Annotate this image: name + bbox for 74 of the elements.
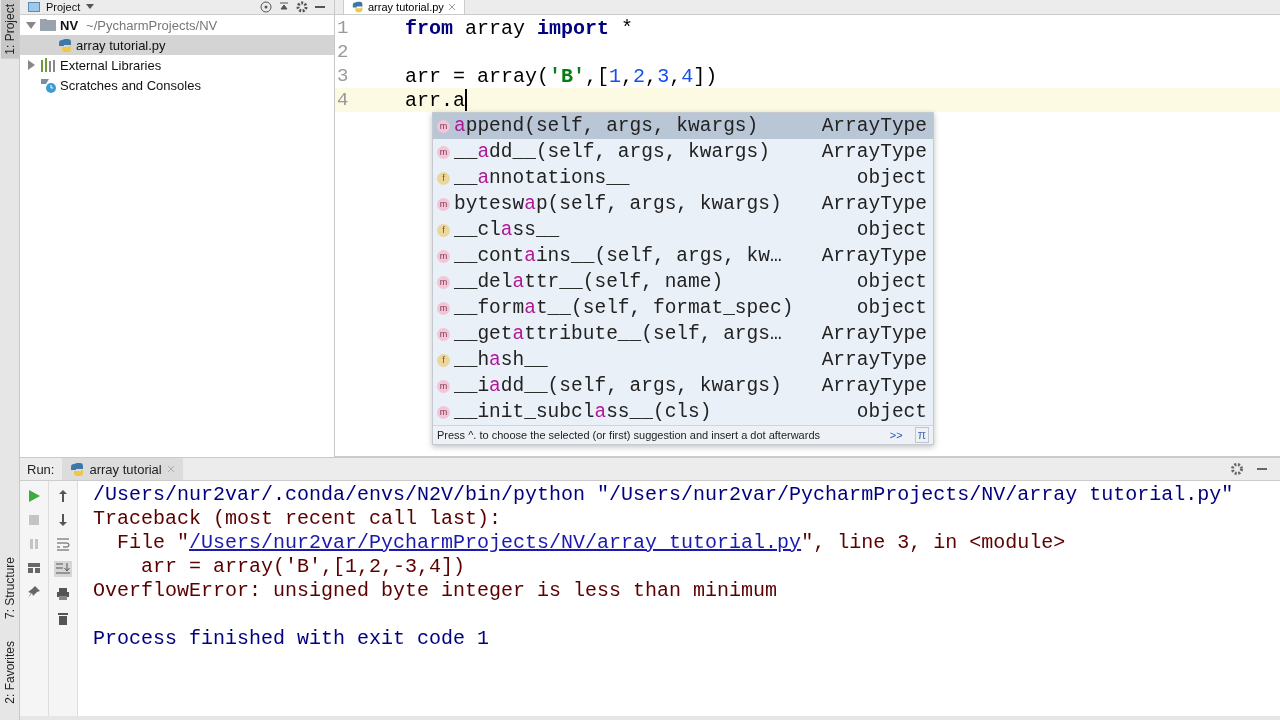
item-name: NV bbox=[60, 17, 79, 33]
console-line: File "/Users/nur2var/PycharmProjects/NV/array tutorial.py", line 3, in <module> bbox=[116, 531, 1067, 555]
panel-label: Run: bbox=[26, 461, 56, 477]
method-icon: m bbox=[437, 145, 450, 159]
completion-item[interactable]: m __add__(self, args, kwargs) ArrayType bbox=[433, 139, 933, 165]
tool-window-tab[interactable]: 7: Structure bbox=[0, 553, 19, 624]
code-line: arr.a bbox=[405, 88, 465, 112]
console-line: OverflowError: unsigned byte integer is less than minimum bbox=[93, 579, 779, 603]
target-icon[interactable] bbox=[260, 1, 272, 13]
play-icon[interactable] bbox=[27, 489, 41, 503]
tool-window-tab[interactable]: 2: Favorites bbox=[0, 637, 19, 708]
panel-title: Project bbox=[46, 1, 81, 13]
console-line: Process finished with exit code 1 bbox=[93, 627, 491, 651]
field-icon: f bbox=[437, 223, 450, 237]
run-tab[interactable]: array tutorial bbox=[62, 458, 183, 480]
library-icon bbox=[40, 58, 56, 72]
pin-icon[interactable] bbox=[27, 585, 41, 599]
completion-item[interactable]: f __annotations__ object bbox=[433, 165, 933, 191]
item-name: External Libraries bbox=[60, 57, 162, 73]
tree-item[interactable]: External Libraries bbox=[20, 55, 334, 75]
completion-item[interactable]: f __hash__ ArrayType bbox=[433, 347, 933, 373]
method-icon: m bbox=[437, 197, 450, 211]
line-number: 1 bbox=[336, 17, 350, 39]
method-icon: m bbox=[437, 119, 450, 133]
item-name: Scratches and Consoles bbox=[60, 77, 201, 93]
method-icon: m bbox=[437, 405, 450, 419]
python-file-icon bbox=[352, 1, 364, 13]
field-icon: f bbox=[437, 171, 450, 185]
line-number: 3 bbox=[336, 65, 350, 87]
caret-icon[interactable] bbox=[86, 4, 95, 10]
completion-item[interactable]: m __contains__(self, args, kw… ArrayType bbox=[433, 243, 933, 269]
line-number: 4 bbox=[336, 89, 350, 111]
expanded-arrow-icon[interactable] bbox=[26, 20, 36, 30]
print-icon[interactable] bbox=[56, 587, 70, 601]
layout-icon[interactable] bbox=[27, 561, 41, 575]
scratch-icon bbox=[40, 77, 56, 93]
console-line: /Users/nur2var/.conda/envs/N2V/bin/python "/Users/nur2var/PycharmProjects/NV/array tutorial.py" bbox=[93, 483, 1235, 507]
hint-text: Press ^. to choose the selected (or first) suggestion and insert a dot afterwards bbox=[437, 429, 822, 441]
completion-item[interactable]: m __init_subclass__(cls) object bbox=[433, 399, 933, 425]
console-line: arr = array('B',[1,2,-3,4]) bbox=[140, 555, 467, 579]
method-icon: m bbox=[437, 379, 450, 393]
completion-item[interactable]: m append(self, args, kwargs) ArrayType bbox=[433, 113, 933, 139]
method-icon: m bbox=[437, 327, 450, 341]
editor-tab[interactable]: array tutorial.py bbox=[343, 0, 465, 14]
item-name: array tutorial.py bbox=[76, 37, 166, 53]
code-line: from array import * bbox=[405, 16, 634, 40]
close-icon[interactable] bbox=[447, 3, 456, 11]
tree-item[interactable]: NV ~/PycharmProjects/NV bbox=[20, 15, 334, 35]
folder-path: ~/PycharmProjects/NV bbox=[86, 17, 218, 33]
trash-icon[interactable] bbox=[56, 611, 70, 625]
completion-item[interactable]: m __getattribute__(self, args… ArrayType bbox=[433, 321, 933, 347]
completion-item[interactable]: m __iadd__(self, args, kwargs) ArrayType bbox=[433, 373, 933, 399]
completion-item[interactable]: m __delattr__(self, name) object bbox=[433, 269, 933, 295]
code-line: arr = array('B',[1,2,3,4]) bbox=[405, 64, 718, 88]
soft-wrap-icon[interactable] bbox=[56, 537, 70, 551]
method-icon: m bbox=[437, 301, 450, 315]
tree-item[interactable]: Scratches and Consoles bbox=[20, 75, 334, 95]
file-link[interactable]: /Users/nur2var/PycharmProjects/NV/array tutorial.py bbox=[189, 531, 802, 554]
collapsed-arrow-icon[interactable] bbox=[26, 60, 36, 70]
tool-window-tab[interactable]: 1: Project bbox=[0, 0, 19, 59]
python-file-icon bbox=[58, 37, 72, 53]
pi-button[interactable]: π bbox=[914, 427, 929, 443]
method-icon: m bbox=[437, 275, 450, 289]
completion-item[interactable]: m byteswap(self, args, kwargs) ArrayType bbox=[433, 191, 933, 217]
field-icon: f bbox=[437, 353, 450, 367]
tree-item[interactable]: array tutorial.py bbox=[20, 35, 334, 55]
method-icon: m bbox=[437, 249, 450, 263]
console-line: Traceback (most recent call last): bbox=[93, 507, 503, 531]
line-number: 2 bbox=[336, 41, 350, 63]
completion-item[interactable]: m __format__(self, format_spec) object bbox=[433, 295, 933, 321]
collapse-icon[interactable] bbox=[278, 1, 290, 13]
python-file-icon bbox=[70, 461, 85, 477]
more-link[interactable]: >> bbox=[889, 429, 903, 441]
completion-item[interactable]: f __class__ object bbox=[433, 217, 933, 243]
